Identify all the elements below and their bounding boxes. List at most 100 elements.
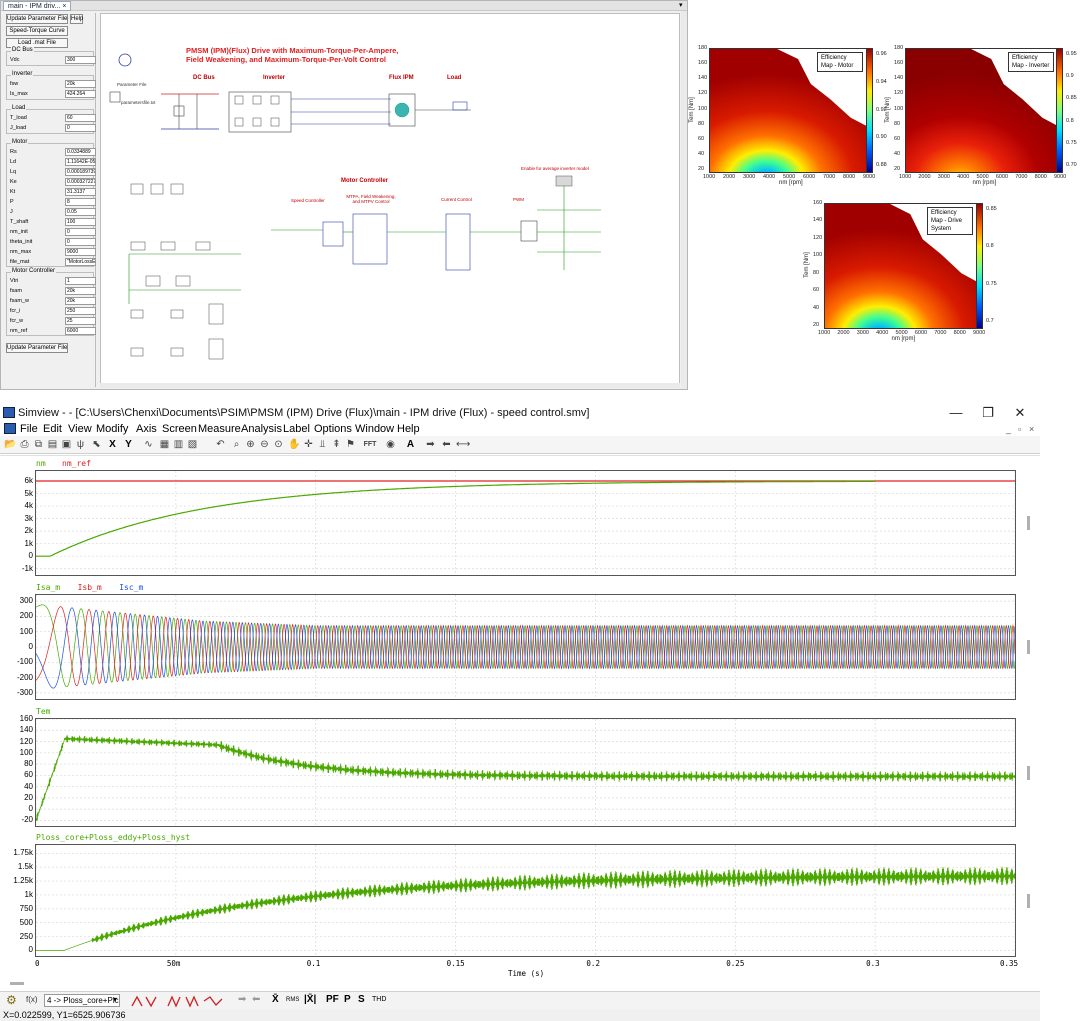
menu-screen[interactable]: Screen <box>162 422 197 436</box>
param-value-field[interactable]: 0.000327227 <box>65 178 96 186</box>
undo-icon[interactable]: ↶ <box>214 438 227 451</box>
param-value-field[interactable]: 20k <box>65 287 96 295</box>
average-icon[interactable]: X̄ <box>272 994 279 1005</box>
schematic-canvas[interactable]: PMSM (IPM)(Flux) Drive with Maximum-Torq… <box>100 13 680 387</box>
pan-icon[interactable]: ✋ <box>288 438 301 451</box>
signal-label[interactable]: Ploss_core+Ploss_eddy+Ploss_hyst <box>36 833 190 842</box>
gear-icon[interactable]: ⚙ <box>6 993 17 1007</box>
param-value-field[interactable]: 1 <box>65 277 96 285</box>
param-value-field[interactable]: 0.000189739 <box>65 168 96 176</box>
menu-axis[interactable]: Axis <box>136 422 157 436</box>
minimize-button[interactable]: — <box>942 404 970 422</box>
menu-file[interactable]: File <box>20 422 38 436</box>
nav-right-icon[interactable]: ➡ <box>424 438 437 451</box>
menu-modify[interactable]: Modify <box>96 422 128 436</box>
update-parameter-file-bottom-button[interactable]: Update Parameter File <box>6 343 68 353</box>
close-icon[interactable]: × <box>62 3 66 10</box>
param-value-field[interactable]: 9000 <box>65 248 96 256</box>
s-icon[interactable]: S <box>358 994 365 1005</box>
param-value-field[interactable]: 25 <box>65 317 96 325</box>
menu-edit[interactable]: Edit <box>43 422 62 436</box>
select-icon[interactable]: ⬉ <box>90 438 103 451</box>
signal-label[interactable]: nm <box>36 459 46 468</box>
panel-scroll-thumb[interactable] <box>1027 516 1030 530</box>
param-value-field[interactable]: 60 <box>65 114 96 122</box>
param-value-field[interactable]: 100 <box>65 218 96 226</box>
abs-average-icon[interactable]: |X̄| <box>304 994 316 1005</box>
param-value-field[interactable]: 300 <box>65 56 96 64</box>
signal-label[interactable]: Isc_m <box>119 583 143 592</box>
restore-doc-icon[interactable]: ▫ <box>1018 422 1021 436</box>
x-axis-icon[interactable]: X <box>106 438 119 451</box>
chevron-down-icon[interactable]: ▾ <box>113 995 117 1004</box>
param-value-field[interactable]: 8 <box>65 198 96 206</box>
measure-toolbar-icons[interactable] <box>128 993 238 1009</box>
screen-del-icon[interactable]: ▧ <box>186 438 199 451</box>
close-button[interactable]: ✕ <box>1006 404 1034 422</box>
signal-label[interactable]: Tem <box>36 707 50 716</box>
signal-label[interactable]: Isb_m <box>78 583 102 592</box>
horizontal-scrollbar[interactable] <box>100 383 680 388</box>
plot-area[interactable]: 6k 5k 4k 3k 2k 1k 0 -1k nm nm_ref 300 200 100 0 -100 -2… <box>0 455 1040 990</box>
nav-left-icon[interactable]: ⬅ <box>440 438 453 451</box>
param-value-field[interactable]: "MotorLossEff.txt" <box>65 258 96 266</box>
param-value-field[interactable]: 1.11642E-05 <box>65 158 96 166</box>
zoom-fit-icon[interactable]: ⊙ <box>272 438 285 451</box>
menu-window[interactable]: Window <box>355 422 394 436</box>
arrow-right-icon[interactable]: ➡ <box>238 994 246 1005</box>
param-value-field[interactable]: 31.3137 <box>65 188 96 196</box>
rms-icon[interactable]: RMS <box>286 997 299 1003</box>
waveform-panel[interactable]: 6k 5k 4k 3k 2k 1k 0 -1k nm nm_ref <box>22 459 1016 576</box>
thd-icon[interactable]: THD <box>372 996 386 1003</box>
menu-analysis[interactable]: Analysis <box>241 422 282 436</box>
signal-label[interactable]: nm_ref <box>62 459 91 468</box>
pin-icon[interactable]: ⇞ <box>330 438 343 451</box>
open-icon[interactable]: 📂 <box>4 438 17 451</box>
screen-split-icon[interactable]: ▥ <box>172 438 185 451</box>
menu-options[interactable]: Options <box>314 422 352 436</box>
param-value-field[interactable]: 0 <box>65 228 96 236</box>
param-value-field[interactable]: 6000 <box>65 327 96 335</box>
arrow-left-icon[interactable]: ⬅ <box>252 994 260 1005</box>
screen-add-icon[interactable]: ▦ <box>158 438 171 451</box>
vertical-scrollbar[interactable] <box>681 11 687 389</box>
close-doc-icon[interactable]: × <box>1029 422 1034 436</box>
zoom-in-icon[interactable]: ⊕ <box>244 438 257 451</box>
data-icon[interactable]: ▤ <box>46 438 59 451</box>
print-icon[interactable]: ⎙ <box>18 438 31 451</box>
param-value-field[interactable]: 250 <box>65 307 96 315</box>
param-value-field[interactable]: 20k <box>65 297 96 305</box>
update-parameter-file-button[interactable]: Update Parameter File <box>6 14 68 24</box>
menu-help[interactable]: Help <box>397 422 420 436</box>
waveform-panel[interactable]: 1.75k 1.5k 1.25k 1k 750 500 250 0 Ploss_core+Plo… <box>13 833 1016 957</box>
settings-circle-icon[interactable]: ◉ <box>384 438 397 451</box>
signal-select[interactable]: 4 -> Ploss_core+Plc <box>44 994 120 1007</box>
xy-icon[interactable]: ψ <box>74 438 87 451</box>
function-icon[interactable]: f(x) <box>26 995 38 1004</box>
param-value-field[interactable]: 0 <box>65 124 96 132</box>
menu-measure[interactable]: Measure <box>198 422 241 436</box>
minimize-doc-icon[interactable]: _ <box>1006 422 1011 436</box>
menu-view[interactable]: View <box>68 422 92 436</box>
waveform-panel[interactable]: 160 140 120 100 80 60 40 20 0 -20 Tem <box>20 707 1016 827</box>
psim-document-tab[interactable]: main - IPM driv... × <box>3 1 72 11</box>
param-value-field[interactable]: 20k <box>65 80 96 88</box>
chevron-down-icon[interactable]: ▾ <box>679 1 683 10</box>
p-icon[interactable]: P <box>344 994 351 1005</box>
y-axis-icon[interactable]: Y <box>122 438 135 451</box>
text-icon[interactable]: A <box>404 438 417 451</box>
measure-range-icon[interactable]: ⟷ <box>456 438 470 451</box>
zoom-out-icon[interactable]: ⊖ <box>258 438 271 451</box>
param-value-field[interactable]: 0.05 <box>65 208 96 216</box>
param-value-field[interactable]: 0 <box>65 238 96 246</box>
save-icon[interactable]: ▣ <box>60 438 73 451</box>
panel-scroll-thumb[interactable] <box>1027 640 1030 654</box>
speed-torque-curve-button[interactable]: Speed-Torque Curve <box>6 26 68 36</box>
waveform-panel[interactable]: 300 200 100 0 -100 -200 -300 Isa_m Isb_m Isc_m <box>17 583 1016 700</box>
maximize-button[interactable]: ❐ <box>974 404 1002 422</box>
panel-scroll-thumb[interactable] <box>1027 765 1030 780</box>
copy-icon[interactable]: ⧉ <box>32 438 45 451</box>
param-value-field[interactable]: 0.0334889 <box>65 148 96 156</box>
signal-label[interactable]: Isa_m <box>36 583 60 592</box>
fft-icon[interactable]: FFT <box>360 438 380 451</box>
